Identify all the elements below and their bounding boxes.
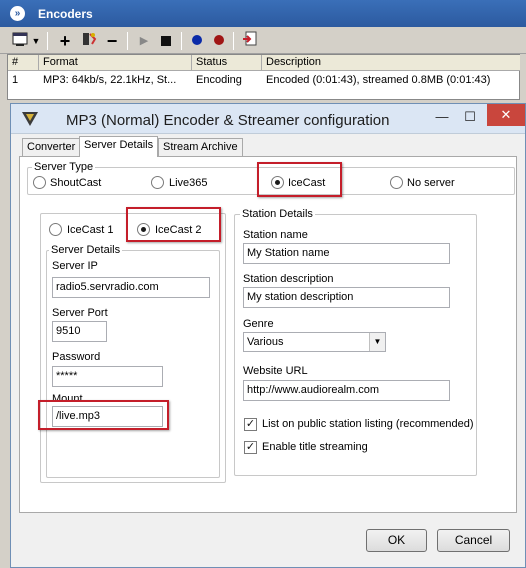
highlight-icecast-2 [126,207,221,242]
password-input[interactable]: ***** [52,366,163,387]
row-format[interactable]: MP3: 64kb/s, 22.1kHz, St... [39,72,192,88]
add-icon[interactable]: + [55,31,75,51]
encoders-toolbar: ▼ + − ▶ [0,27,526,54]
export-icon[interactable] [240,31,260,51]
encoders-list[interactable]: # Format Status Description 1 MP3: 64kb/… [7,54,520,100]
genre-label: Genre [243,318,274,330]
password-label: Password [52,351,101,363]
close-icon[interactable]: ✕ [487,104,525,126]
station-details-label: Station Details [240,208,315,220]
window-list-icon[interactable] [10,31,30,51]
server-port-input[interactable]: 9510 [52,321,107,342]
dropdown-arrow-icon[interactable]: ▼ [30,31,42,51]
column-header-status[interactable]: Status [192,55,262,71]
chevron-down-icon[interactable]: ▼ [369,333,385,351]
radio-shoutcast[interactable] [33,176,46,189]
station-description-label: Station description [243,273,334,285]
tab-server-details[interactable]: Server Details [79,136,159,157]
server-port-label: Server Port [52,307,108,319]
radio-live365[interactable] [151,176,164,189]
list-public-label[interactable]: List on public station listing (recommen… [262,418,474,431]
title-streaming-checkbox[interactable]: ✓ [244,441,257,454]
station-name-input[interactable]: My Station name [243,243,450,264]
server-details-label: Server Details [49,244,123,256]
genre-value: Various [247,336,284,348]
server-ip-input[interactable]: radio5.servradio.com [52,277,210,298]
tab-stream-archive[interactable]: Stream Archive [158,138,243,156]
column-header-num[interactable]: # [8,55,39,71]
row-description[interactable]: Encoded (0:01:43), streamed 0.8MB (0:01:… [262,72,520,88]
column-header-description[interactable]: Description [262,55,520,71]
list-public-checkbox[interactable]: ✓ [244,418,257,431]
encoders-title-bar: » Encoders [0,0,526,27]
play-icon[interactable]: ▶ [134,31,154,51]
server-ip-label: Server IP [52,260,98,272]
station-description-input[interactable]: My station description [243,287,450,308]
column-header-format[interactable]: Format [39,55,192,71]
record-icon[interactable] [209,31,229,51]
radio-shoutcast-label[interactable]: ShoutCast [50,177,101,190]
minimize-icon[interactable]: — [429,108,455,126]
encoders-title: Encoders [38,7,93,21]
configure-icon[interactable] [79,31,99,51]
server-type-label: Server Type [32,161,96,173]
title-streaming-label[interactable]: Enable title streaming [262,441,368,454]
maximize-icon[interactable]: ☐ [457,108,483,126]
radio-icecast-1-label[interactable]: IceCast 1 [67,224,113,237]
genre-select[interactable]: Various ▼ [243,332,386,352]
highlight-icecast [257,162,342,197]
website-url-label: Website URL [243,365,308,377]
app-icon [21,111,38,127]
radio-no-server-label[interactable]: No server [407,177,455,190]
ok-button[interactable]: OK [366,529,427,552]
highlight-mount [38,400,169,430]
row-status[interactable]: Encoding [192,72,262,88]
dialog-title: MP3 (Normal) Encoder & Streamer configur… [66,112,390,129]
stop-icon[interactable] [156,31,176,51]
dialog-title-bar: MP3 (Normal) Encoder & Streamer configur… [11,104,525,134]
website-url-input[interactable]: http://www.audiorealm.com [243,380,450,401]
radio-icecast-1[interactable] [49,223,62,236]
radio-no-server[interactable] [390,176,403,189]
cancel-button[interactable]: Cancel [437,529,510,552]
remove-icon[interactable]: − [102,31,122,51]
server-details-panel: Server Type ShoutCast Live365 IceCast No… [19,156,517,513]
chevron-right-icon: » [10,6,25,21]
encoder-config-dialog: MP3 (Normal) Encoder & Streamer configur… [10,103,526,568]
row-num[interactable]: 1 [8,72,39,88]
stream-icon[interactable] [187,31,207,51]
radio-live365-label[interactable]: Live365 [169,177,208,190]
station-name-label: Station name [243,229,308,241]
tab-converter[interactable]: Converter [22,138,81,156]
